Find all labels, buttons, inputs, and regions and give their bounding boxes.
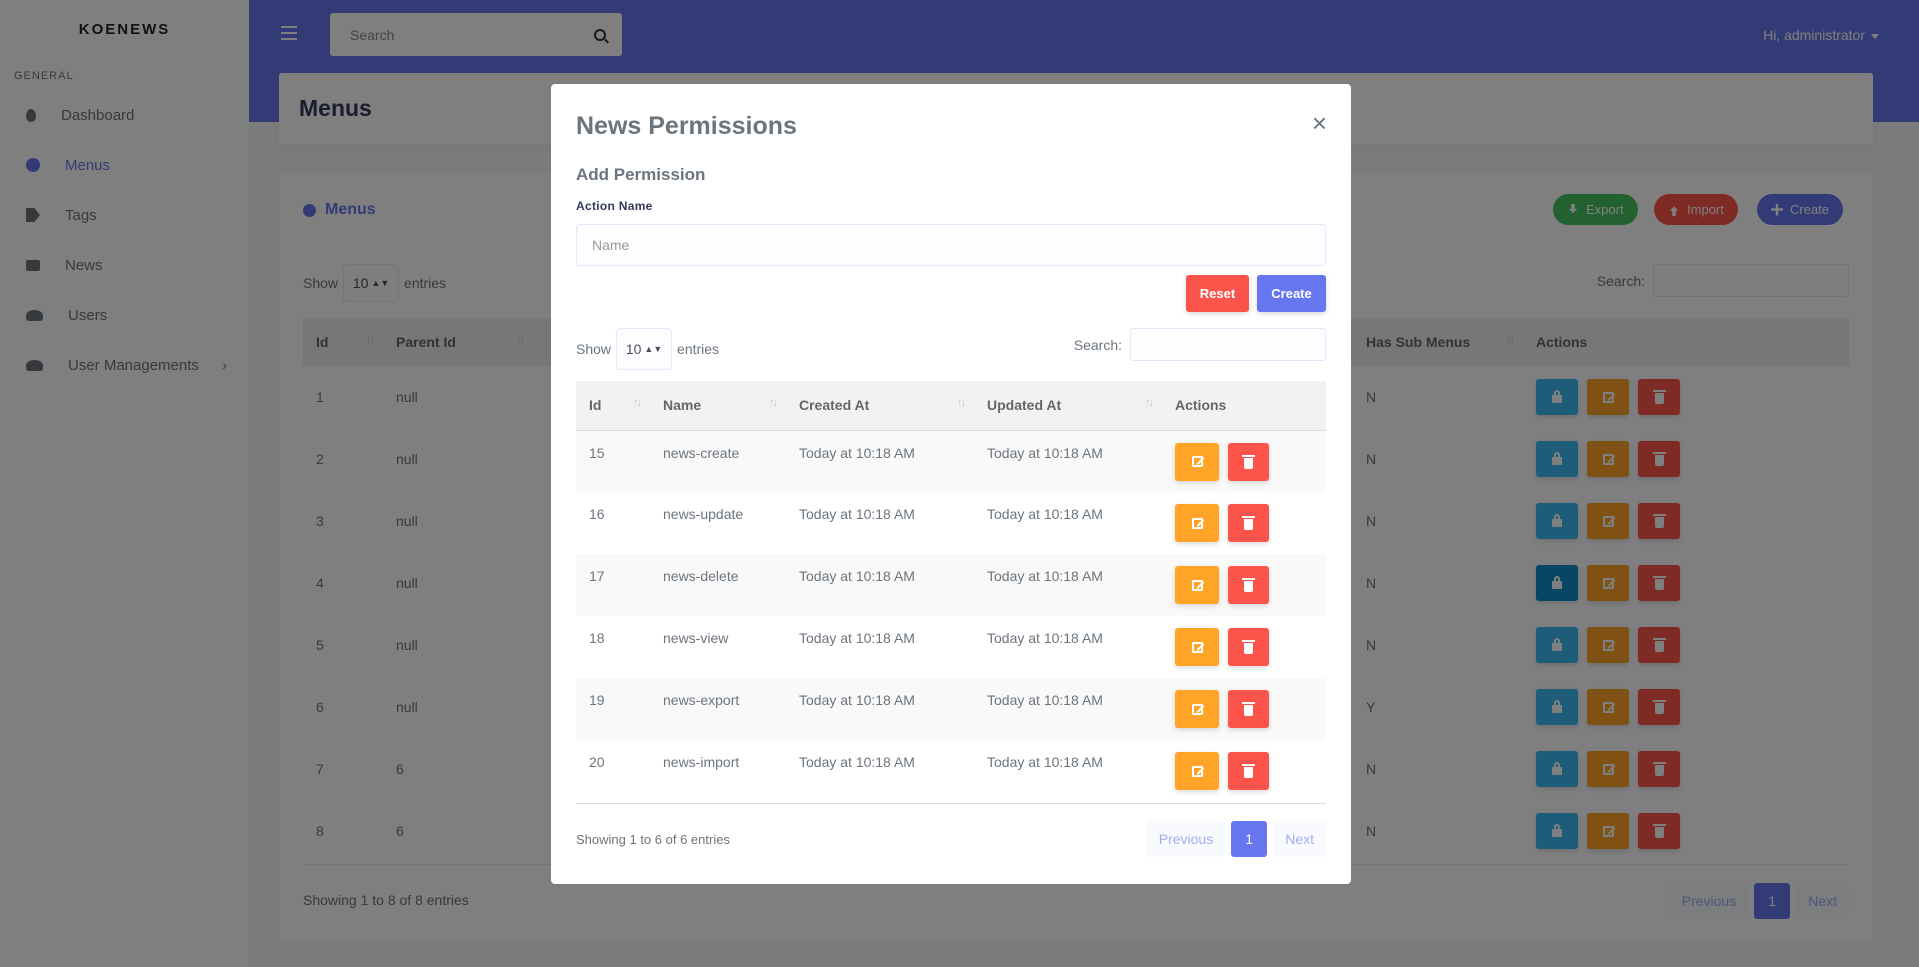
modal-table-search: Search: bbox=[1074, 328, 1326, 361]
table-row: 20 news-import Today at 10:18 AM Today at 1… bbox=[576, 740, 1326, 802]
column-header-updated-at[interactable]: Updated At ↑↓ bbox=[974, 381, 1162, 431]
sort-arrows-icon: ▲▼ bbox=[644, 344, 663, 354]
delete-button[interactable] bbox=[1228, 690, 1269, 728]
search-label: Search: bbox=[1073, 336, 1122, 353]
edit-icon bbox=[1191, 641, 1203, 653]
column-header-actions: Actions bbox=[1162, 381, 1326, 431]
reset-button[interactable]: Reset bbox=[1186, 275, 1249, 312]
trash-icon bbox=[1242, 578, 1255, 592]
sort-icon: ↑↓ bbox=[633, 397, 642, 410]
edit-button[interactable] bbox=[1175, 566, 1219, 604]
edit-button[interactable] bbox=[1175, 752, 1219, 790]
cell-updated-at: Today at 10:18 AM bbox=[974, 678, 1162, 740]
cell-id: 19 bbox=[576, 678, 650, 740]
trash-icon bbox=[1242, 764, 1255, 778]
table-row: 19 news-export Today at 10:18 AM Today at 1… bbox=[576, 678, 1326, 740]
cell-created-at: Today at 10:18 AM bbox=[799, 506, 915, 522]
entries-select[interactable]: 10▲▼ bbox=[616, 328, 673, 370]
delete-button[interactable] bbox=[1228, 442, 1269, 481]
cell-name: news-delete bbox=[650, 554, 786, 616]
edit-icon bbox=[1191, 703, 1203, 715]
cell-actions bbox=[1162, 678, 1326, 740]
trash-icon bbox=[1242, 702, 1255, 716]
sort-icon: ↑↓ bbox=[957, 397, 966, 410]
modal-entries-length: Show 10 ▲▼ entries bbox=[576, 328, 719, 370]
edit-icon bbox=[1191, 517, 1203, 529]
modal-pagination: Previous 1 Next bbox=[1146, 821, 1326, 857]
delete-button[interactable] bbox=[1228, 566, 1269, 604]
cell-name: news-create bbox=[650, 430, 786, 492]
column-label: Id bbox=[589, 397, 602, 414]
column-header-created-at[interactable]: Created At ↑↓ bbox=[786, 381, 974, 431]
edit-button[interactable] bbox=[1175, 504, 1219, 542]
cell-created-at: Today at 10:18 AM bbox=[799, 754, 915, 770]
permissions-table: Id ↑↓ Name ↑↓ Created At ↑↓ Updated At ↑↓ Ac… bbox=[576, 381, 1326, 802]
modal-title: News Permissions bbox=[576, 112, 797, 140]
cell-name: news-view bbox=[663, 630, 729, 646]
column-label: Actions bbox=[1175, 397, 1227, 414]
delete-button[interactable] bbox=[1228, 752, 1269, 790]
action-name-field[interactable] bbox=[576, 224, 1326, 266]
cell-updated-at: Today at 10:18 AM bbox=[987, 630, 1103, 646]
close-icon[interactable]: × bbox=[1312, 110, 1327, 136]
cell-updated-at: Today at 10:18 AM bbox=[987, 754, 1103, 770]
table-row: 18 news-view Today at 10:18 AM Today at 10:… bbox=[576, 616, 1326, 678]
cell-id: 16 bbox=[589, 506, 605, 522]
cell-name: news-update bbox=[663, 506, 744, 522]
cell-created-at: Today at 10:18 AM bbox=[786, 554, 974, 616]
column-label: Name bbox=[663, 397, 702, 414]
action-name-label: Action Name bbox=[576, 199, 653, 213]
cell-updated-at: Today at 10:18 AM bbox=[987, 506, 1103, 522]
cell-updated-at: Today at 10:18 AM bbox=[974, 554, 1162, 616]
next-page-button[interactable]: Next bbox=[1273, 821, 1326, 857]
column-label: Created At bbox=[799, 397, 870, 414]
edit-icon bbox=[1191, 765, 1203, 777]
edit-icon bbox=[1191, 579, 1203, 591]
sort-icon: ↑↓ bbox=[1145, 397, 1154, 410]
modal-table-divider bbox=[576, 803, 1326, 804]
modal-search-input[interactable] bbox=[1130, 328, 1326, 361]
cell-name: news-import bbox=[663, 754, 740, 770]
column-header-id[interactable]: Id ↑↓ bbox=[576, 381, 650, 431]
column-label: Updated At bbox=[987, 397, 1062, 414]
cell-created-at: Today at 10:18 AM bbox=[799, 630, 915, 646]
table-row: 15 news-create Today at 10:18 AM Today at 1… bbox=[576, 430, 1326, 492]
cell-id: 18 bbox=[589, 630, 605, 646]
edit-button[interactable] bbox=[1175, 628, 1219, 666]
create-permission-button[interactable]: Create bbox=[1257, 275, 1326, 312]
previous-page-button[interactable]: Previous bbox=[1146, 821, 1226, 857]
trash-icon bbox=[1242, 454, 1255, 469]
cell-id: 20 bbox=[589, 754, 605, 770]
cell-actions bbox=[1162, 616, 1326, 678]
entries-label: entries bbox=[677, 341, 720, 357]
edit-button[interactable] bbox=[1175, 690, 1219, 728]
add-permission-heading: Add Permission bbox=[576, 165, 706, 184]
table-row: 17 news-delete Today at 10:18 AM Today at 1… bbox=[576, 554, 1326, 616]
edit-button[interactable] bbox=[1175, 442, 1219, 481]
show-label: Show bbox=[576, 341, 612, 357]
cell-actions bbox=[1162, 740, 1326, 802]
column-header-name[interactable]: Name ↑↓ bbox=[650, 381, 786, 431]
cell-created-at: Today at 10:18 AM bbox=[786, 430, 974, 492]
delete-button[interactable] bbox=[1228, 504, 1269, 542]
trash-icon bbox=[1242, 516, 1255, 530]
cell-id: 15 bbox=[576, 430, 650, 492]
delete-button[interactable] bbox=[1228, 628, 1269, 666]
cell-actions bbox=[1162, 492, 1326, 554]
sort-icon: ↑↓ bbox=[769, 397, 778, 410]
entries-value: 10 bbox=[625, 341, 642, 357]
table-row: 16 news-update Today at 10:18 AM Today at 1… bbox=[576, 492, 1326, 554]
trash-icon bbox=[1242, 640, 1255, 654]
cell-updated-at: Today at 10:18 AM bbox=[974, 430, 1162, 492]
news-permissions-modal: News Permissions × Add Permission Action… bbox=[551, 84, 1351, 884]
cell-actions bbox=[1162, 554, 1326, 616]
cell-name: news-export bbox=[650, 678, 786, 740]
modal-table-info: Showing 1 to 6 of 6 entries bbox=[576, 832, 730, 847]
cell-id: 17 bbox=[576, 554, 650, 616]
cell-created-at: Today at 10:18 AM bbox=[786, 678, 974, 740]
page-button[interactable]: 1 bbox=[1231, 821, 1268, 857]
cell-actions bbox=[1162, 430, 1326, 492]
edit-icon bbox=[1191, 456, 1203, 467]
